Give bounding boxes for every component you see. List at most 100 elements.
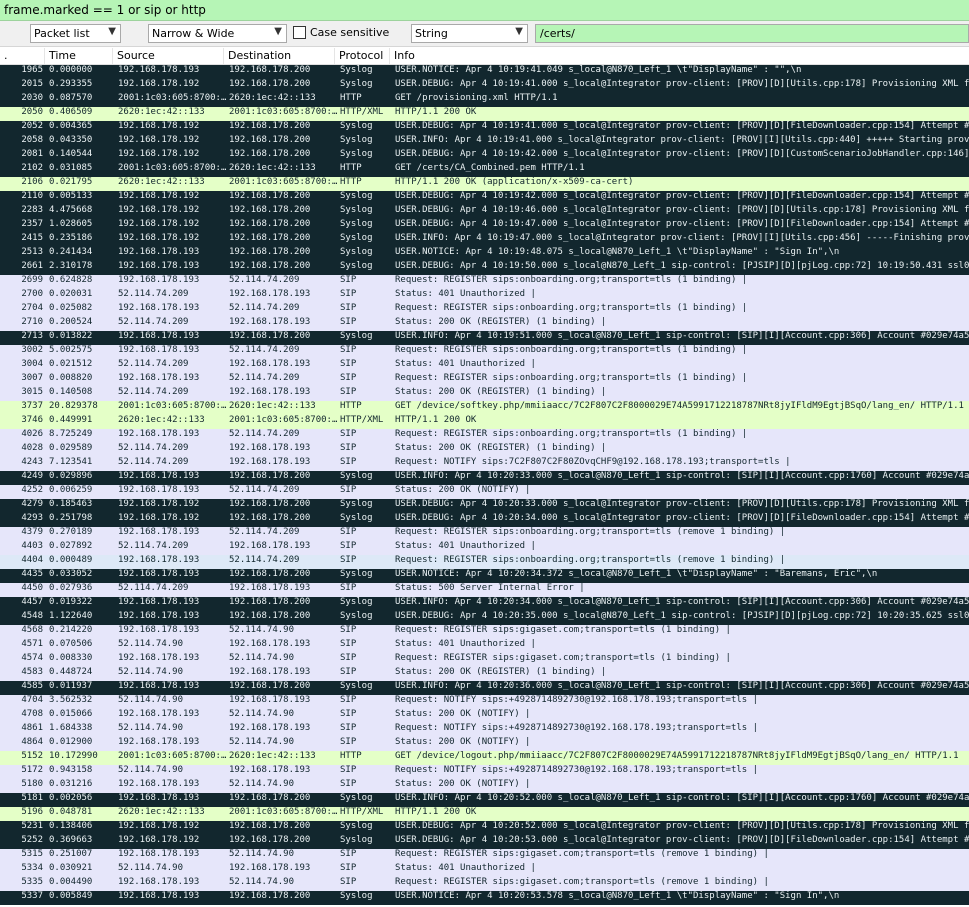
packet-info: GET /device/softkey.php/mmiiaacc/7C2F807… <box>395 401 964 411</box>
packet-row[interactable]: 2661 2.310178 192.168.178.193 192.168.178.2… <box>0 261 969 275</box>
packet-number: 4708 <box>21 709 43 719</box>
packet-row[interactable]: 2710 0.200524 52.114.74.209 192.168.178.193… <box>0 317 969 331</box>
packet-protocol: SIP <box>340 443 357 453</box>
packet-time: 0.008820 <box>49 373 93 383</box>
packet-row[interactable]: 3007 0.008820 192.168.178.193 52.114.74.209… <box>0 373 969 387</box>
packet-row[interactable]: 4571 0.070506 52.114.74.90 192.168.178.193 S… <box>0 639 969 653</box>
packet-row[interactable]: 4574 0.008330 192.168.178.193 52.114.74.90 S… <box>0 653 969 667</box>
packet-row[interactable]: 2030 0.087570 2001:1c03:605:8700:… 2620:1ec… <box>0 93 969 107</box>
packet-row[interactable]: 2713 0.013822 192.168.178.193 192.168.178.2… <box>0 331 969 345</box>
charset-select[interactable]: Narrow & Wide ▼ <box>148 24 287 43</box>
packet-protocol: SIP <box>340 583 357 593</box>
packet-row[interactable]: 2058 0.043350 192.168.178.192 192.168.178.2… <box>0 135 969 149</box>
packet-row[interactable]: 2102 0.031085 2001:1c03:605:8700:… 2620:1ec… <box>0 163 969 177</box>
packet-row[interactable]: 5335 0.004490 192.168.178.193 52.114.74.90 S… <box>0 877 969 891</box>
packet-row[interactable]: 4450 0.027936 52.114.74.209 192.168.178.193… <box>0 583 969 597</box>
column-header-time[interactable]: Time <box>45 48 113 64</box>
packet-number: 4450 <box>21 583 43 593</box>
packet-time: 0.138406 <box>49 821 93 831</box>
packet-row[interactable]: 3737 20.829378 2001:1c03:605:8700:… 2620:1e… <box>0 401 969 415</box>
packet-row[interactable]: 4435 0.033052 192.168.178.193 192.168.178.2… <box>0 569 969 583</box>
column-header-destination[interactable]: Destination <box>224 48 335 64</box>
packet-row[interactable]: 2081 0.140544 192.168.178.192 192.168.178.2… <box>0 149 969 163</box>
packet-row[interactable]: 5172 0.943158 52.114.74.90 192.168.178.193 S… <box>0 765 969 779</box>
packet-row[interactable]: 2015 0.293355 192.168.178.192 192.168.178.2… <box>0 79 969 93</box>
packet-row[interactable]: 4026 8.725249 192.168.178.193 52.114.74.209… <box>0 429 969 443</box>
packet-row[interactable]: 4548 1.122640 192.168.178.193 192.168.178.2… <box>0 611 969 625</box>
packet-row[interactable]: 4243 7.123541 52.114.74.209 192.168.178.193… <box>0 457 969 471</box>
packet-time: 0.449991 <box>49 415 93 425</box>
packet-row[interactable]: 4864 0.012900 192.168.178.193 52.114.74.90 S… <box>0 737 969 751</box>
packet-row[interactable]: 4252 0.006259 192.168.178.193 52.114.74.209… <box>0 485 969 499</box>
packet-row[interactable]: 4704 3.562532 52.114.74.90 192.168.178.193 S… <box>0 695 969 709</box>
packet-row[interactable]: 2283 4.475668 192.168.178.192 192.168.178.2… <box>0 205 969 219</box>
packet-row[interactable]: 3002 5.002575 192.168.178.193 52.114.74.209… <box>0 345 969 359</box>
packet-row[interactable]: 4379 0.270189 192.168.178.193 52.114.74.209… <box>0 527 969 541</box>
packet-row[interactable]: 4457 0.019322 192.168.178.193 192.168.178.2… <box>0 597 969 611</box>
packet-number: 2106 <box>21 177 43 187</box>
case-sensitive-checkbox[interactable] <box>293 26 306 39</box>
packet-row[interactable]: 2415 0.235186 192.168.178.192 192.168.178.2… <box>0 233 969 247</box>
display-filter-text[interactable]: frame.marked == 1 or sip or http <box>4 3 206 17</box>
packet-row[interactable]: 5231 0.138406 192.168.178.192 192.168.178.2… <box>0 821 969 835</box>
packet-row[interactable]: 5334 0.030921 52.114.74.90 192.168.178.193 S… <box>0 863 969 877</box>
packet-destination: 192.168.178.193 <box>229 387 311 397</box>
packet-row[interactable]: 4861 1.684338 52.114.74.90 192.168.178.193 S… <box>0 723 969 737</box>
packet-time: 1.028605 <box>49 219 93 229</box>
packet-row[interactable]: 4028 0.029589 52.114.74.209 192.168.178.193… <box>0 443 969 457</box>
packet-row[interactable]: 2106 0.021795 2620:1ec:42::133 2001:1c03:60… <box>0 177 969 191</box>
packet-row[interactable]: 4583 0.448724 52.114.74.90 192.168.178.193 S… <box>0 667 969 681</box>
packet-row[interactable]: 4568 0.214220 192.168.178.193 52.114.74.90 S… <box>0 625 969 639</box>
packet-row[interactable]: 4249 0.029896 192.168.178.193 192.168.178.2… <box>0 471 969 485</box>
packet-row[interactable]: 5152 10.172990 2001:1c03:605:8700:… 2620:1e… <box>0 751 969 765</box>
packet-row[interactable]: 3004 0.021512 52.114.74.209 192.168.178.193… <box>0 359 969 373</box>
packet-destination: 52.114.74.209 <box>229 373 300 383</box>
packet-row[interactable]: 3746 0.449991 2620:1ec:42::133 2001:1c03:60… <box>0 415 969 429</box>
packet-row[interactable]: 5180 0.031216 192.168.178.193 52.114.74.90 S… <box>0 779 969 793</box>
packet-row[interactable]: 5181 0.002056 192.168.178.193 192.168.178.2… <box>0 793 969 807</box>
packet-row[interactable]: 2699 0.624828 192.168.178.193 52.114.74.209… <box>0 275 969 289</box>
packet-row[interactable]: 1965 0.000000 192.168.178.193 192.168.178.2… <box>0 65 969 79</box>
packet-row[interactable]: 2700 0.020031 52.114.74.209 192.168.178.193… <box>0 289 969 303</box>
packet-info: USER.DEBUG: Apr 4 10:19:47.000 s_local@I… <box>395 219 969 229</box>
chevron-down-icon: ▼ <box>274 26 282 37</box>
packet-source: 52.114.74.209 <box>118 359 189 369</box>
search-type-select[interactable]: String ▼ <box>411 24 528 43</box>
display-filter-bar[interactable]: frame.marked == 1 or sip or http <box>0 0 969 21</box>
search-scope-select[interactable]: Packet list ▼ <box>30 24 121 43</box>
packet-time: 3.562532 <box>49 695 93 705</box>
packet-protocol: SIP <box>340 373 357 383</box>
packet-row[interactable]: 5252 0.369663 192.168.178.192 192.168.178.2… <box>0 835 969 849</box>
packet-protocol: Syslog <box>340 569 373 579</box>
packet-destination: 2620:1ec:42::133 <box>229 401 316 411</box>
packet-info: Status: 401 Unauthorized | <box>395 359 536 369</box>
packet-destination: 192.168.178.200 <box>229 793 311 803</box>
column-header-protocol[interactable]: Protocol <box>335 48 390 64</box>
packet-protocol: HTTP <box>340 163 362 173</box>
packet-row[interactable]: 5337 0.005849 192.168.178.193 192.168.178.2… <box>0 891 969 905</box>
column-header-no[interactable]: . <box>0 48 45 64</box>
packet-row[interactable]: 4293 0.251798 192.168.178.192 192.168.178.2… <box>0 513 969 527</box>
packet-row[interactable]: 4585 0.011937 192.168.178.193 192.168.178.2… <box>0 681 969 695</box>
packet-protocol: Syslog <box>340 499 373 509</box>
packet-row[interactable]: 4279 0.185463 192.168.178.192 192.168.178.2… <box>0 499 969 513</box>
column-header-source[interactable]: Source <box>113 48 224 64</box>
packet-destination: 192.168.178.200 <box>229 121 311 131</box>
packet-row[interactable]: 4403 0.027892 52.114.74.209 192.168.178.193… <box>0 541 969 555</box>
packet-row[interactable]: 5315 0.251007 192.168.178.193 52.114.74.90 S… <box>0 849 969 863</box>
packet-row[interactable]: 4404 0.000489 192.168.178.193 52.114.74.209… <box>0 555 969 569</box>
packet-row[interactable]: 2050 0.406509 2620:1ec:42::133 2001:1c03:60… <box>0 107 969 121</box>
packet-row[interactable]: 2357 1.028605 192.168.178.192 192.168.178.2… <box>0 219 969 233</box>
packet-row[interactable]: 2704 0.025082 192.168.178.193 52.114.74.209… <box>0 303 969 317</box>
packet-row[interactable]: 2052 0.004365 192.168.178.192 192.168.178.2… <box>0 121 969 135</box>
packet-time: 0.005849 <box>49 891 93 901</box>
packet-row[interactable]: 3015 0.140508 52.114.74.209 192.168.178.193… <box>0 387 969 401</box>
packet-row[interactable]: 2513 0.241434 192.168.178.193 192.168.178.2… <box>0 247 969 261</box>
packet-protocol: SIP <box>340 485 357 495</box>
packet-row[interactable]: 5196 0.048781 2620:1ec:42::133 2001:1c03:60… <box>0 807 969 821</box>
packet-row[interactable]: 2110 0.005133 192.168.178.192 192.168.178.2… <box>0 191 969 205</box>
column-header-info[interactable]: Info <box>390 48 969 64</box>
packet-protocol: Syslog <box>340 149 373 159</box>
packet-row[interactable]: 4708 0.015066 192.168.178.193 52.114.74.90 S… <box>0 709 969 723</box>
search-string-input[interactable]: /certs/ <box>535 24 969 43</box>
